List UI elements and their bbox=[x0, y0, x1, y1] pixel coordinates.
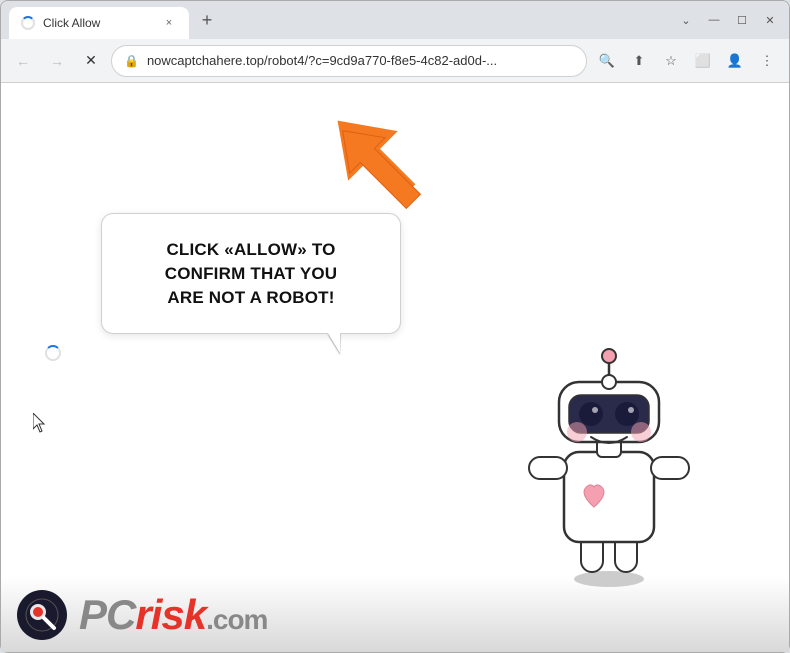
pc-text: PC bbox=[79, 591, 135, 639]
new-tab-button[interactable]: + bbox=[193, 6, 221, 34]
tab-bar: Click Allow × + bbox=[9, 1, 671, 39]
loading-indicator bbox=[45, 345, 61, 361]
tab-title: Click Allow bbox=[43, 16, 153, 30]
toolbar: ← → ✕ 🔒 nowcaptchahere.top/robot4/?c=9cd… bbox=[1, 39, 789, 83]
search-button[interactable]: 🔍 bbox=[593, 47, 621, 75]
tab-close-button[interactable]: × bbox=[161, 15, 177, 31]
address-bar[interactable]: 🔒 nowcaptchahere.top/robot4/?c=9cd9a770-… bbox=[111, 45, 587, 77]
minimize-button[interactable]: — bbox=[703, 9, 725, 31]
bookmark-button[interactable]: ☆ bbox=[657, 47, 685, 75]
lock-icon: 🔒 bbox=[124, 54, 139, 68]
url-text: nowcaptchahere.top/robot4/?c=9cd9a770-f8… bbox=[147, 53, 574, 68]
chevron-button[interactable]: ⌄ bbox=[675, 9, 697, 31]
split-view-button[interactable]: ⬜ bbox=[689, 47, 717, 75]
mouse-cursor bbox=[33, 413, 49, 433]
speech-bubble: CLICK «ALLOW» TO CONFIRM THAT YOU ARE NO… bbox=[101, 213, 401, 334]
share-button[interactable]: ⬆ bbox=[625, 47, 653, 75]
maximize-button[interactable]: ☐ bbox=[731, 9, 753, 31]
watermark: PC risk .com bbox=[1, 577, 789, 652]
active-tab[interactable]: Click Allow × bbox=[9, 7, 189, 39]
pcrisk-brand: PC risk .com bbox=[79, 591, 267, 639]
reload-button[interactable]: ✕ bbox=[77, 47, 105, 75]
menu-button[interactable]: ⋮ bbox=[753, 47, 781, 75]
risk-text: risk bbox=[135, 591, 206, 639]
pcrisk-logo-icon bbox=[17, 590, 67, 640]
small-spinner-icon bbox=[45, 345, 61, 361]
browser-window: Click Allow × + ⌄ — ☐ ✕ ← → ✕ 🔒 nowcaptc… bbox=[0, 0, 790, 653]
window-controls: ⌄ — ☐ ✕ bbox=[675, 9, 781, 31]
robot-svg bbox=[509, 347, 709, 587]
page-content: CLICK «ALLOW» TO CONFIRM THAT YOU ARE NO… bbox=[1, 83, 789, 652]
forward-button[interactable]: → bbox=[43, 47, 71, 75]
orange-arrow-graphic bbox=[331, 111, 426, 226]
title-bar: Click Allow × + ⌄ — ☐ ✕ bbox=[1, 1, 789, 39]
back-button[interactable]: ← bbox=[9, 47, 37, 75]
bubble-text: CLICK «ALLOW» TO CONFIRM THAT YOU ARE NO… bbox=[130, 238, 372, 309]
domain-text: .com bbox=[206, 604, 267, 636]
toolbar-actions: 🔍 ⬆ ☆ ⬜ 👤 ⋮ bbox=[593, 47, 781, 75]
close-button[interactable]: ✕ bbox=[759, 9, 781, 31]
robot-character bbox=[509, 347, 709, 592]
tab-loading-spinner bbox=[21, 16, 35, 30]
profile-button[interactable]: 👤 bbox=[721, 47, 749, 75]
